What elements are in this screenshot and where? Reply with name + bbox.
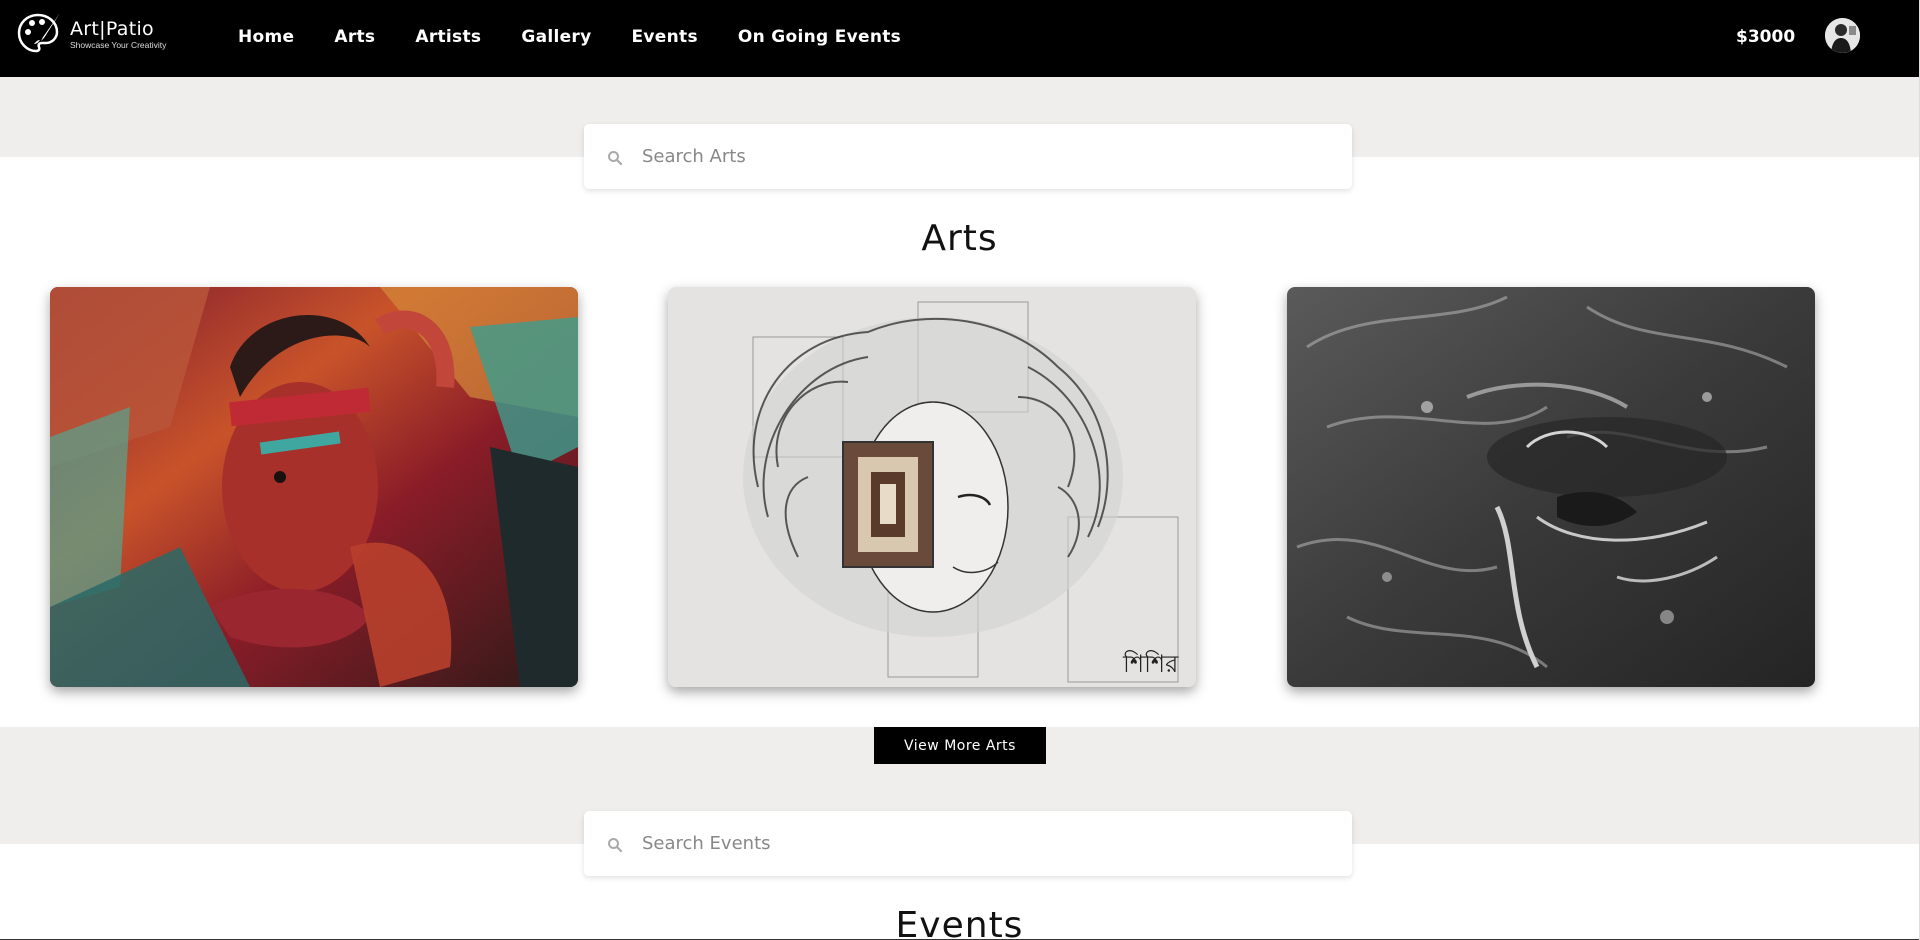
view-more-arts-button[interactable]: View More Arts bbox=[874, 727, 1046, 764]
brand-title: Art|Patio bbox=[70, 17, 154, 40]
search-icon bbox=[608, 151, 623, 166]
arts-search-box bbox=[584, 124, 1352, 189]
nav-events[interactable]: Events bbox=[632, 25, 698, 49]
events-title: Events bbox=[895, 905, 1024, 940]
events-search-input[interactable] bbox=[642, 811, 1322, 876]
svg-text:শিশির: শিশির bbox=[1122, 650, 1179, 678]
art-image-sketch-portrait: শিশির bbox=[668, 287, 1196, 687]
user-avatar[interactable] bbox=[1825, 18, 1860, 53]
art-card-2[interactable]: শিশির bbox=[668, 287, 1196, 687]
nav-gallery[interactable]: Gallery bbox=[521, 25, 591, 49]
events-search-box bbox=[584, 811, 1352, 876]
brand-logo[interactable]: Art|Patio Showcase Your Creativity bbox=[14, 9, 174, 59]
nav-home[interactable]: Home bbox=[238, 25, 294, 49]
nav-ongoing-events[interactable]: On Going Events bbox=[738, 25, 901, 49]
navbar: Art|Patio Showcase Your Creativity Home … bbox=[0, 0, 1919, 77]
brand-tagline: Showcase Your Creativity bbox=[70, 39, 167, 50]
art-image-painted-face bbox=[50, 287, 578, 687]
search-icon bbox=[608, 838, 623, 853]
nav-arts[interactable]: Arts bbox=[334, 25, 375, 49]
wallet-balance[interactable]: $3000 bbox=[1736, 25, 1795, 49]
arts-title: Arts bbox=[921, 218, 998, 259]
arts-search-input[interactable] bbox=[642, 124, 1322, 189]
art-card-1[interactable] bbox=[50, 287, 578, 687]
avatar-image bbox=[1825, 18, 1860, 53]
nav-links: Home Arts Artists Gallery Events On Goin… bbox=[238, 25, 941, 49]
nav-artists[interactable]: Artists bbox=[415, 25, 481, 49]
palette-icon bbox=[17, 13, 60, 53]
art-card-3[interactable] bbox=[1287, 287, 1815, 687]
art-image-charcoal-face bbox=[1287, 287, 1815, 687]
